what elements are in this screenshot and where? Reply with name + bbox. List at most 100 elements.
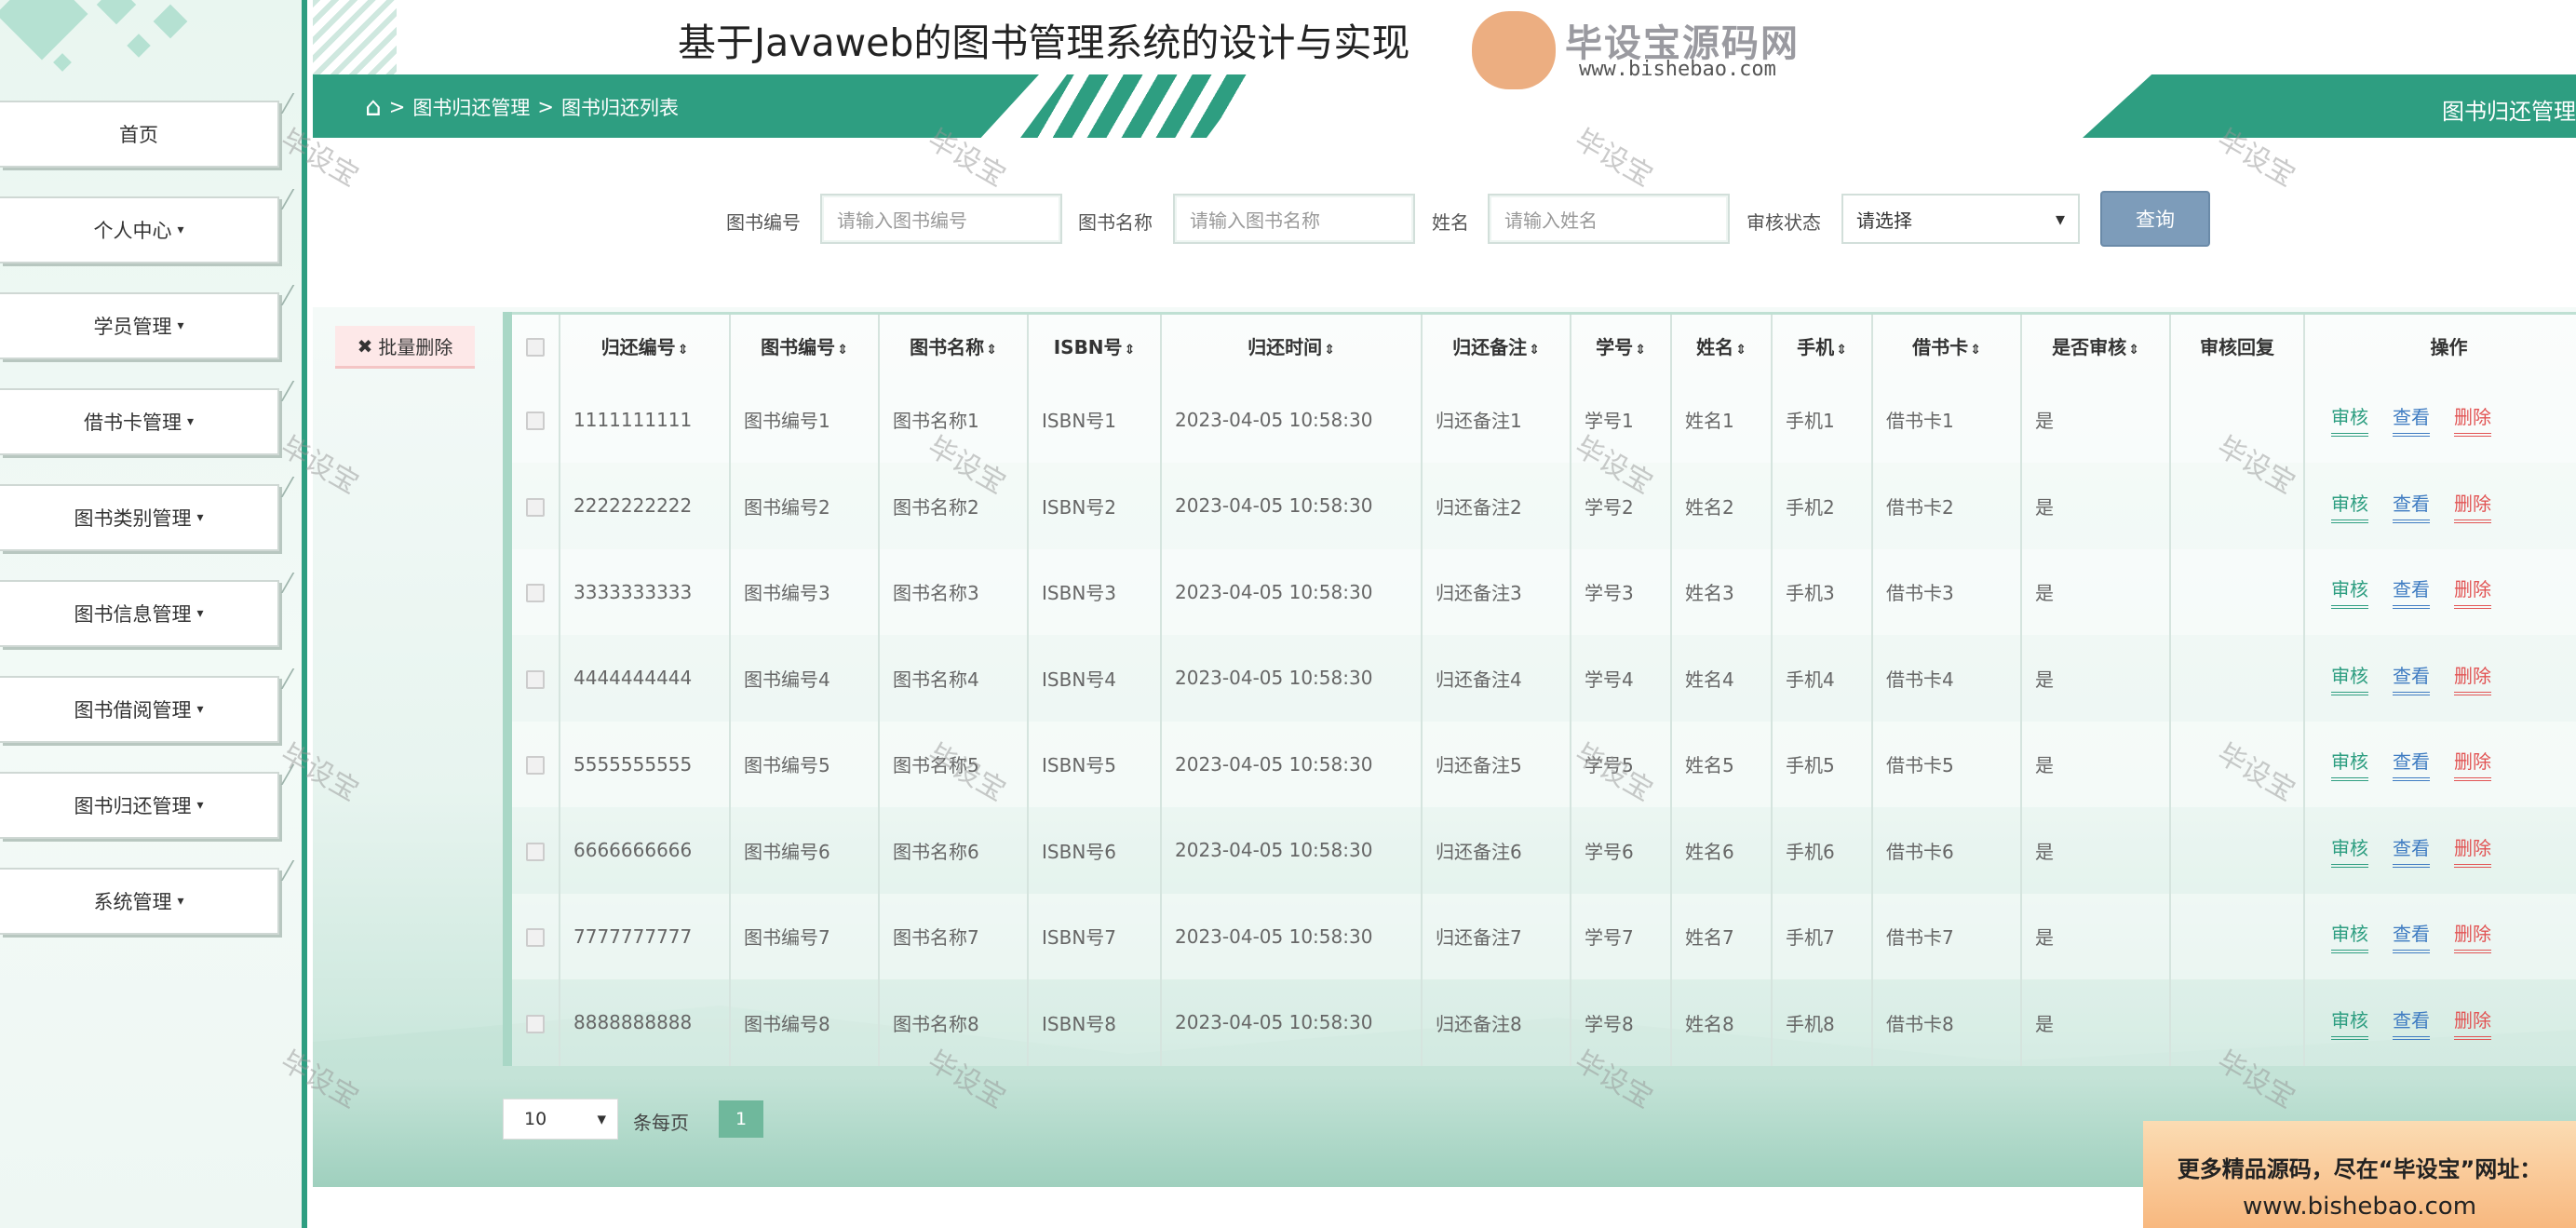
delete-link[interactable]: 删除 [2454,402,2491,438]
column-header[interactable]: 姓名 ⇕ [1670,312,1772,377]
table-cell: 借书卡8 [1871,979,2021,1066]
row-checkbox[interactable] [526,1014,545,1033]
row-checkbox[interactable] [526,669,545,689]
query-button[interactable]: 查询 [2100,191,2210,247]
row-checkbox[interactable] [526,412,545,431]
table-cell: 姓名7 [1670,893,1772,979]
table-cell: 归还备注3 [1421,548,1571,635]
sidebar-item-student-management[interactable]: 学员管理 ▾ [0,292,279,359]
delete-link[interactable]: 删除 [2454,574,2491,610]
view-link[interactable]: 查看 [2393,574,2430,610]
breadcrumb-level2: 图书归还列表 [561,97,679,119]
batch-delete-button[interactable]: ✖ 批量删除 [335,326,475,369]
sidebar-item-home[interactable]: 首页 [0,101,279,168]
breadcrumb-separator: > [537,96,554,118]
sidebar-decoration [0,0,242,102]
row-checkbox[interactable] [526,842,545,861]
table-cell: 学号6 [1570,807,1671,894]
sidebar-item-book-info-management[interactable]: 图书信息管理 ▾ [0,580,279,647]
breadcrumb: ⌂ > 图书归还管理 > 图书归还列表 [365,93,679,121]
delete-link[interactable]: 删除 [2454,833,2491,868]
sidebar-item-library-card-management[interactable]: 借书卡管理 ▾ [0,388,279,455]
page-number-button[interactable]: 1 [719,1100,763,1138]
sidebar-item-system-management[interactable]: 系统管理 ▾ [0,868,279,935]
sort-icon: ⇕ [837,342,848,358]
sort-icon: ⇕ [1324,342,1335,358]
column-header-label: 归还时间 [1248,335,1323,358]
table-cell: 图书名称4 [878,635,1028,722]
row-checkbox[interactable] [526,584,545,603]
view-link[interactable]: 查看 [2393,1005,2430,1040]
home-icon[interactable]: ⌂ [365,94,382,120]
table-cell: 归还备注4 [1421,635,1571,722]
column-header-label: 归还编号 [600,335,676,358]
delete-link[interactable]: 删除 [2454,489,2491,523]
audit-link[interactable]: 审核 [2331,1005,2368,1040]
table-cell: 4444444444 [559,635,730,722]
audit-link[interactable]: 审核 [2331,574,2368,610]
breadcrumb-level1[interactable]: 图书归还管理 [412,93,530,121]
sidebar-item-book-borrow-management[interactable]: 图书借阅管理 ▾ [0,676,279,743]
table-header-row: 归还编号 ⇕ 图书编号 ⇕ 图书名称 ⇕ ISBN号 ⇕ 归还时间 ⇕ 归还备注 ⇕ 学号 ⇕ 姓名 ⇕ 手机 ⇕… [503,312,2576,377]
row-checkbox-cell [503,463,560,549]
delete-link[interactable]: 删除 [2454,919,2491,954]
delete-link[interactable]: 删除 [2454,747,2491,782]
delete-link[interactable]: 删除 [2454,661,2491,695]
audit-link[interactable]: 审核 [2331,489,2368,523]
view-link[interactable]: 查看 [2393,489,2430,523]
view-link[interactable]: 查看 [2393,402,2430,438]
column-header[interactable]: 借书卡 ⇕ [1871,312,2021,377]
table-cell: 姓名1 [1670,376,1772,463]
column-header[interactable]: 是否审核 ⇕ [2020,312,2170,377]
table-cell: 学号8 [1570,979,1671,1066]
audit-link[interactable]: 审核 [2331,747,2368,782]
table-cell: 学号2 [1570,463,1671,549]
select-all-checkbox[interactable] [526,337,545,357]
table-cell: 是 [2020,548,2170,635]
column-header[interactable]: 图书编号 ⇕ [729,312,879,377]
table-cell: ISBN号7 [1027,893,1161,979]
audit-link[interactable]: 审核 [2331,919,2368,954]
column-header[interactable]: 学号 ⇕ [1570,312,1671,377]
row-checkbox[interactable] [526,928,545,948]
table-cell: 图书名称5 [878,721,1028,807]
sidebar-item-book-category-management[interactable]: 图书类别管理 ▾ [0,484,279,551]
column-header[interactable]: ISBN号 ⇕ [1027,312,1161,377]
audit-link[interactable]: 审核 [2331,402,2368,438]
return-table: 归还编号 ⇕ 图书编号 ⇕ 图书名称 ⇕ ISBN号 ⇕ 归还时间 ⇕ 归还备注 ⇕ 学号 ⇕ 姓名 ⇕ 手机 ⇕… [503,312,2576,1066]
table-cell: 姓名8 [1670,979,1772,1066]
book-name-input[interactable]: 请输入图书名称 [1173,194,1415,244]
sidebar-item-personal-center[interactable]: 个人中心 ▾ [0,196,279,263]
view-link[interactable]: 查看 [2393,833,2430,868]
view-link[interactable]: 查看 [2393,661,2430,695]
table-cell [2169,463,2304,549]
sidebar-item-label: 图书归还管理 [74,795,192,817]
breadcrumb-stripes [1020,74,1253,138]
sidebar-item-label: 系统管理 [93,891,172,913]
row-checkbox[interactable] [526,497,545,517]
column-header[interactable]: 归还备注 ⇕ [1421,312,1571,377]
column-header-label: 审核回复 [2200,335,2274,358]
ad-banner[interactable]: 更多精品源码，尽在“毕设宝”网址： www.bishebao.com [2143,1121,2576,1228]
delete-link[interactable]: 删除 [2454,1005,2491,1040]
row-checkbox-cell [503,635,560,722]
column-header[interactable]: 归还编号 ⇕ [559,312,730,377]
view-link[interactable]: 查看 [2393,747,2430,782]
column-header[interactable]: 归还时间 ⇕ [1160,312,1422,377]
book-no-input[interactable]: 请输入图书编号 [820,194,1062,244]
table-cell: ISBN号2 [1027,463,1161,549]
name-input[interactable]: 请输入姓名 [1488,194,1730,244]
sidebar-item-book-return-management[interactable]: 图书归还管理 ▾ [0,772,279,839]
column-header[interactable]: 手机 ⇕ [1771,312,1872,377]
table-cell: 2023-04-05 10:58:30 [1160,807,1422,894]
dropdown-arrow-icon: ▾ [2055,208,2065,230]
table-cell: 是 [2020,376,2170,463]
view-link[interactable]: 查看 [2393,919,2430,954]
table-cell: 姓名4 [1670,635,1772,722]
page-size-select[interactable]: 10 ▾ [503,1099,618,1140]
column-header[interactable]: 图书名称 ⇕ [878,312,1028,377]
row-checkbox[interactable] [526,756,545,776]
audit-link[interactable]: 审核 [2331,833,2368,868]
status-select[interactable]: 请选择 ▾ [1841,194,2080,244]
audit-link[interactable]: 审核 [2331,661,2368,695]
